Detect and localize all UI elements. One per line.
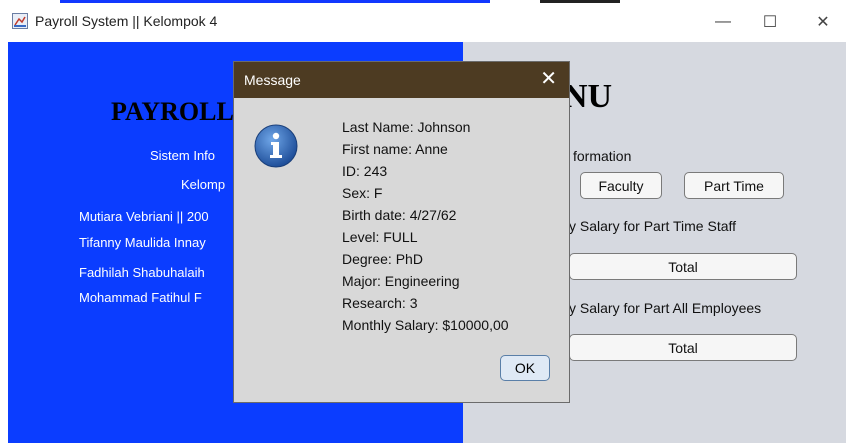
part-time-salary-label: y Salary for Part Time Staff [569,218,737,234]
member-4: Mohammad Fatihul F [79,290,202,305]
part-time-button[interactable]: Part Time [684,172,784,199]
monthly-salary-line: Monthly Salary: $10000,00 [342,317,509,333]
background-window-strip-dark [540,0,620,3]
major-line: Major: Engineering [342,273,460,289]
ok-button[interactable]: OK [500,355,550,381]
degree-line: Degree: PhD [342,251,423,267]
window-titlebar: Payroll System || Kelompok 4 — ☐ ✕ [0,0,846,42]
maximize-button[interactable]: ☐ [747,8,793,36]
research-line: Research: 3 [342,295,418,311]
dialog-close-button[interactable]: ✕ [540,68,557,90]
dialog-title: Message [244,72,301,88]
group-label: Kelomp [181,177,226,192]
total-all-employees-button[interactable]: Total [569,334,797,361]
java-app-icon [12,13,28,29]
information-label: formation [573,148,632,164]
close-window-button[interactable]: ✕ [800,8,846,36]
total-part-time-button[interactable]: Total [569,253,797,280]
level-line: Level: FULL [342,229,418,245]
faculty-button[interactable]: Faculty [580,172,662,199]
member-1: Mutiara Vebriani || 200 [79,209,209,224]
first-name-line: First name: Anne [342,141,448,157]
info-icon [254,124,298,168]
all-employees-salary-label: y Salary for Part All Employees [569,300,762,316]
system-info-label: Sistem Info [150,148,216,163]
sex-line: Sex: F [342,185,383,201]
menu-heading: NU [563,78,613,115]
member-3: Fadhilah Shabuhalaih [79,265,205,280]
window-title: Payroll System || Kelompok 4 [35,13,218,29]
payroll-heading: PAYROLL [111,97,234,126]
background-window-strip [60,0,490,3]
last-name-line: Last Name: Johnson [342,119,471,135]
minimize-button[interactable]: — [700,8,746,36]
birth-date-line: Birth date: 4/27/62 [342,207,457,223]
member-2: Tifanny Maulida Innay [79,235,206,250]
dialog-titlebar: Message ✕ [234,62,569,98]
message-dialog: Message ✕ Last Name: Johnson First name:… [233,61,570,403]
id-line: ID: 243 [342,163,388,179]
